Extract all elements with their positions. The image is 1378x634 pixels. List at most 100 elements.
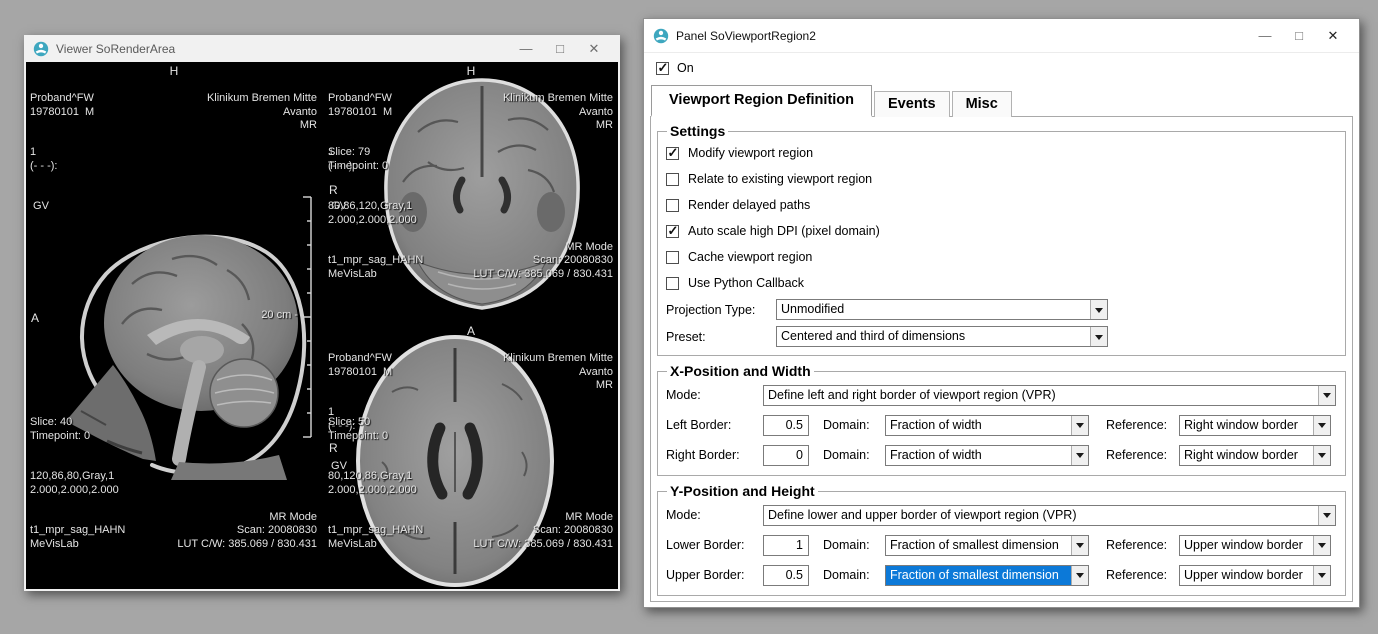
chevron-down-icon[interactable] xyxy=(1313,566,1330,585)
auto-scale-high-dpi-row[interactable]: Auto scale high DPI (pixel domain) xyxy=(666,218,1337,244)
use-python-callback-checkbox[interactable] xyxy=(666,277,679,290)
preset-dropdown[interactable]: Centered and third of dimensions xyxy=(776,326,1108,347)
chevron-down-icon[interactable] xyxy=(1313,446,1330,465)
projection-type-label: Projection Type: xyxy=(666,303,776,317)
lower-border-reference-dropdown[interactable]: Upper window border xyxy=(1179,535,1331,556)
tab-viewport-region-definition[interactable]: Viewport Region Definition xyxy=(651,85,872,117)
tab-misc[interactable]: Misc xyxy=(952,91,1012,117)
viewer-window-title: Viewer SoRenderArea xyxy=(56,42,502,56)
y-position-group-title: Y-Position and Height xyxy=(667,483,818,499)
preset-row: Preset: Centered and third of dimensions xyxy=(666,323,1337,350)
site-info-overlay: Klinikum Bremen MitteAvantoMR xyxy=(207,65,317,160)
viewer-content: 20 cm - Proband^FW19780101 M 1(- - -): G… xyxy=(26,62,618,589)
render-delayed-paths-checkbox[interactable] xyxy=(666,199,679,212)
tab-events[interactable]: Events xyxy=(874,91,950,117)
use-python-callback-row[interactable]: Use Python Callback xyxy=(666,270,1337,296)
lower-border-domain-dropdown[interactable]: Fraction of smallest dimension xyxy=(885,535,1089,556)
domain-value: Fraction of width xyxy=(886,416,1071,435)
upper-border-row: Upper Border: Domain: Fraction of smalle… xyxy=(666,560,1337,590)
y-position-group: Y-Position and Height Mode: Define lower… xyxy=(657,483,1346,596)
sagittal-viewport[interactable]: 20 cm - Proband^FW19780101 M 1(- - -): G… xyxy=(26,62,322,589)
maximize-icon[interactable]: □ xyxy=(1282,28,1316,43)
right-border-input[interactable] xyxy=(763,445,809,466)
coronal-viewport[interactable]: Proband^FW19780101 M 1(- - -): GV Klinik… xyxy=(324,62,618,322)
chevron-down-icon[interactable] xyxy=(1071,446,1088,465)
axial-viewport[interactable]: Proband^FW19780101 M 1(- - -): GV Klinik… xyxy=(324,322,618,589)
chevron-down-icon[interactable] xyxy=(1313,536,1330,555)
upper-border-reference-dropdown[interactable]: Upper window border xyxy=(1179,565,1331,586)
maximize-icon[interactable]: □ xyxy=(543,41,577,56)
domain-value: Fraction of width xyxy=(886,446,1071,465)
orientation-marker-top: H xyxy=(467,65,476,79)
on-checkbox[interactable] xyxy=(656,62,669,75)
chevron-down-icon[interactable] xyxy=(1318,386,1335,405)
modify-viewport-region-row[interactable]: Modify viewport region xyxy=(666,140,1337,166)
checkbox-label: Render delayed paths xyxy=(688,198,810,212)
checkbox-label: Use Python Callback xyxy=(688,276,804,290)
relate-to-existing-viewport-region-row[interactable]: Relate to existing viewport region xyxy=(666,166,1337,192)
panel-titlebar[interactable]: Panel SoViewportRegion2 — □ ✕ xyxy=(644,19,1359,53)
projection-type-value: Unmodified xyxy=(777,300,1090,319)
on-checkbox-row[interactable]: On xyxy=(644,53,1359,77)
scan-info-overlay: MR ModeScan: 20080830LUT C/W: 385.069 / … xyxy=(473,214,613,309)
x-mode-dropdown[interactable]: Define left and right border of viewport… xyxy=(763,385,1336,406)
checkbox-label: Relate to existing viewport region xyxy=(688,172,872,186)
orientation-marker-top: A xyxy=(467,325,475,339)
upper-border-input[interactable] xyxy=(763,565,809,586)
left-border-domain-dropdown[interactable]: Fraction of width xyxy=(885,415,1089,436)
cache-viewport-region-row[interactable]: Cache viewport region xyxy=(666,244,1337,270)
domain-label: Domain: xyxy=(823,538,885,552)
chevron-down-icon[interactable] xyxy=(1071,566,1088,585)
tab-bar: Viewport Region Definition Events Misc xyxy=(644,85,1359,116)
y-mode-row: Mode: Define lower and upper border of v… xyxy=(666,500,1337,530)
render-delayed-paths-row[interactable]: Render delayed paths xyxy=(666,192,1337,218)
chevron-down-icon[interactable] xyxy=(1090,327,1107,346)
cache-viewport-region-checkbox[interactable] xyxy=(666,251,679,264)
chevron-down-icon[interactable] xyxy=(1071,416,1088,435)
minimize-icon[interactable]: — xyxy=(1248,28,1282,43)
reference-label: Reference: xyxy=(1106,418,1179,432)
settings-group: Settings Modify viewport region Relate t… xyxy=(657,123,1346,356)
relate-to-existing-viewport-region-checkbox[interactable] xyxy=(666,173,679,186)
lower-border-label: Lower Border: xyxy=(666,538,763,552)
minimize-icon[interactable]: — xyxy=(509,41,543,56)
patient-info-overlay: Proband^FW19780101 M 1(- - -): GV xyxy=(30,65,94,241)
right-border-domain-dropdown[interactable]: Fraction of width xyxy=(885,445,1089,466)
chevron-down-icon[interactable] xyxy=(1071,536,1088,555)
x-mode-row: Mode: Define left and right border of vi… xyxy=(666,380,1337,410)
projection-type-row: Projection Type: Unmodified xyxy=(666,296,1337,323)
auto-scale-high-dpi-checkbox[interactable] xyxy=(666,225,679,238)
slice-info-overlay: Slice: 50Timepoint: 0 80,120,86,Gray,12.… xyxy=(328,389,423,578)
left-border-reference-dropdown[interactable]: Right window border xyxy=(1179,415,1331,436)
projection-type-dropdown[interactable]: Unmodified xyxy=(776,299,1108,320)
lower-border-input[interactable] xyxy=(763,535,809,556)
close-icon[interactable]: ✕ xyxy=(577,41,611,57)
x-position-group-title: X-Position and Width xyxy=(667,363,814,379)
x-mode-label: Mode: xyxy=(666,388,763,402)
orientation-marker-top: H xyxy=(170,65,179,79)
panel-window-title: Panel SoViewportRegion2 xyxy=(676,29,1241,43)
chevron-down-icon[interactable] xyxy=(1313,416,1330,435)
upper-border-domain-dropdown[interactable]: Fraction of smallest dimension xyxy=(885,565,1089,586)
scale-ruler xyxy=(301,196,319,438)
preset-value: Centered and third of dimensions xyxy=(777,327,1090,346)
tab-content: Settings Modify viewport region Relate t… xyxy=(650,116,1353,602)
reference-value: Upper window border xyxy=(1180,566,1313,585)
viewer-titlebar[interactable]: Viewer SoRenderArea — □ ✕ xyxy=(24,35,620,62)
y-mode-label: Mode: xyxy=(666,508,763,522)
slice-info-overlay: Slice: 79Timepoint: 0 80,86,120,Gray,12.… xyxy=(328,119,423,308)
modify-viewport-region-checkbox[interactable] xyxy=(666,147,679,160)
checkbox-label: Cache viewport region xyxy=(688,250,812,264)
right-border-reference-dropdown[interactable]: Right window border xyxy=(1179,445,1331,466)
close-icon[interactable]: ✕ xyxy=(1316,28,1350,44)
domain-label: Domain: xyxy=(823,568,885,582)
site-info-overlay: Klinikum Bremen MitteAvantoMR xyxy=(503,325,613,420)
left-border-row: Left Border: Domain: Fraction of width R… xyxy=(666,410,1337,440)
checkbox-label: Modify viewport region xyxy=(688,146,813,160)
left-border-input[interactable] xyxy=(763,415,809,436)
x-mode-value: Define left and right border of viewport… xyxy=(764,386,1318,405)
site-info-overlay: Klinikum Bremen MitteAvantoMR xyxy=(503,65,613,160)
chevron-down-icon[interactable] xyxy=(1318,506,1335,525)
chevron-down-icon[interactable] xyxy=(1090,300,1107,319)
y-mode-dropdown[interactable]: Define lower and upper border of viewpor… xyxy=(763,505,1336,526)
